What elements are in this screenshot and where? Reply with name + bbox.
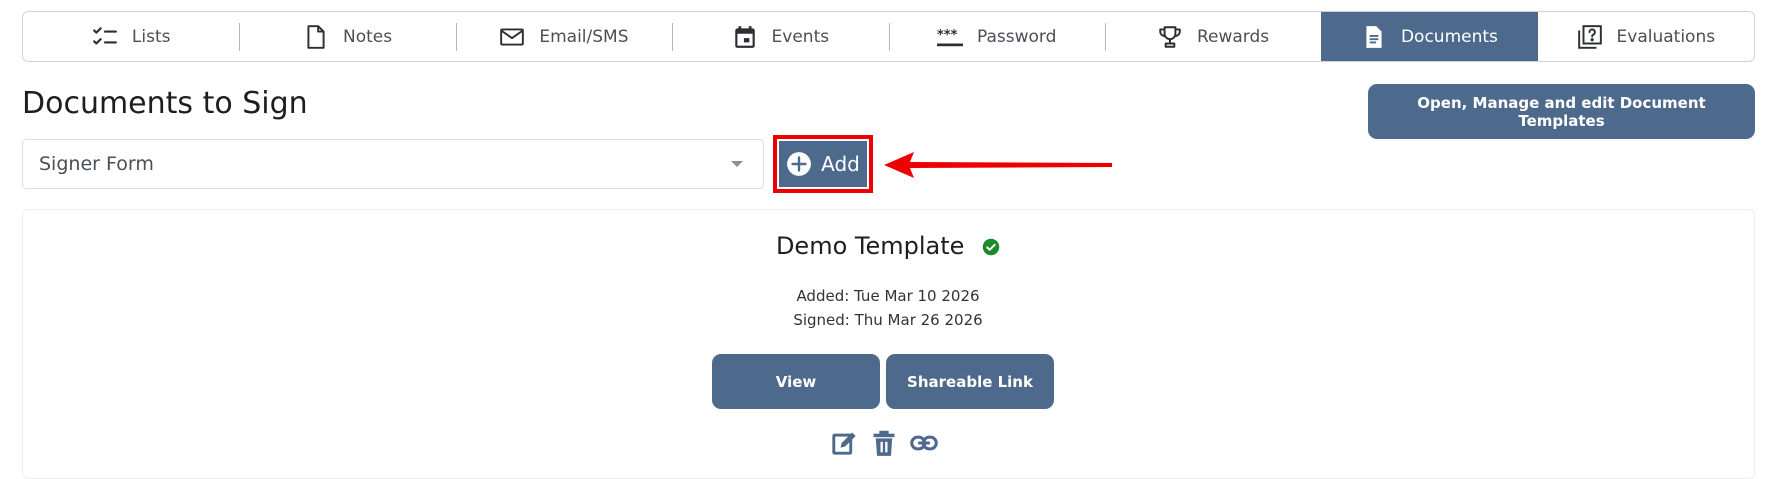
svg-text:***: *** bbox=[937, 28, 958, 43]
link-icon[interactable] bbox=[910, 429, 938, 457]
view-button[interactable]: View bbox=[712, 354, 880, 409]
envelope-icon bbox=[500, 27, 525, 46]
page-title: Documents to Sign bbox=[22, 86, 308, 121]
checklist-icon bbox=[92, 26, 117, 45]
tab-label: Password bbox=[976, 26, 1057, 47]
chevron-down-icon bbox=[731, 161, 743, 167]
tab-events[interactable]: Events bbox=[672, 12, 888, 61]
tab-label: Notes bbox=[343, 26, 393, 47]
document-title: Demo Template bbox=[775, 232, 965, 260]
tab-label: Lists bbox=[131, 26, 171, 47]
password-icon: *** bbox=[936, 28, 963, 46]
tab-label: Email/SMS bbox=[539, 26, 629, 47]
trophy-icon bbox=[1159, 25, 1181, 48]
tab-password[interactable]: *** Password bbox=[888, 12, 1105, 61]
trash-icon[interactable] bbox=[870, 429, 898, 457]
add-button-highlight: Add bbox=[773, 135, 873, 193]
select-value: Signer Form bbox=[39, 153, 154, 175]
tab-label: Documents bbox=[1400, 26, 1498, 47]
tab-label: Rewards bbox=[1196, 26, 1270, 47]
file-text-icon bbox=[1366, 25, 1382, 48]
add-button[interactable]: Add bbox=[779, 141, 867, 187]
tab-notes[interactable]: Notes bbox=[239, 12, 455, 61]
added-date: Added: Tue Mar 10 2026 bbox=[796, 287, 980, 305]
question-copy-icon bbox=[1577, 24, 1602, 49]
add-button-label: Add bbox=[821, 152, 860, 176]
tab-email-sms[interactable]: Email/SMS bbox=[455, 12, 672, 61]
plus-circle-icon bbox=[787, 152, 812, 176]
edit-icon[interactable] bbox=[830, 429, 858, 457]
pointer-arrow-icon bbox=[884, 152, 1112, 178]
shareable-link-button[interactable]: Shareable Link bbox=[886, 354, 1054, 409]
signer-form-select[interactable]: Signer Form bbox=[22, 139, 764, 189]
tab-bar: Lists Notes Email/SMS Events *** Passwor… bbox=[22, 11, 1755, 62]
document-title-row: Demo Template bbox=[0, 232, 1776, 260]
tab-rewards[interactable]: Rewards bbox=[1104, 12, 1321, 61]
tab-label: Evaluations bbox=[1616, 26, 1716, 47]
tab-label: Events bbox=[771, 26, 830, 47]
tab-lists[interactable]: Lists bbox=[23, 12, 239, 61]
tab-evaluations[interactable]: Evaluations bbox=[1538, 12, 1754, 61]
calendar-icon bbox=[734, 25, 755, 48]
tab-documents[interactable]: Documents bbox=[1321, 12, 1538, 61]
document-icon bbox=[307, 24, 325, 49]
manage-templates-button[interactable]: Open, Manage and edit Document Templates bbox=[1368, 84, 1755, 139]
signed-date: Signed: Thu Mar 26 2026 bbox=[793, 311, 983, 329]
check-circle-icon bbox=[982, 238, 1000, 256]
